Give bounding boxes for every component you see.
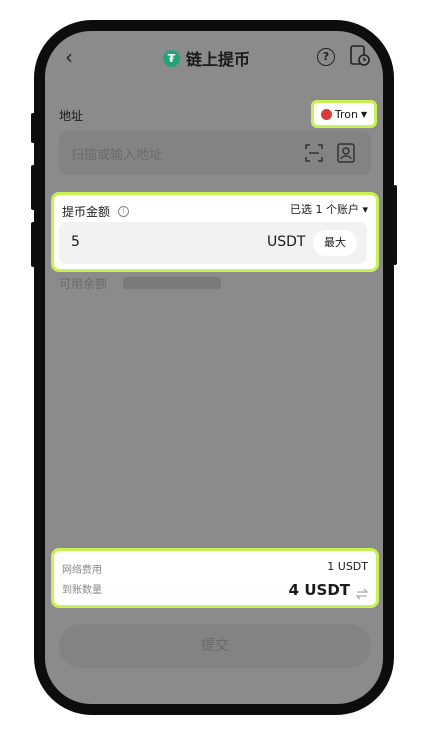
tron-icon (320, 108, 332, 120)
fee-summary-card: 网络费用 1 USDT 到账数量 4 USDT (51, 548, 379, 608)
page-title: 链上提币 (186, 50, 251, 69)
network-fee-label: 网络费用 (62, 565, 102, 576)
chain-selector[interactable]: Tron ▼ (311, 100, 377, 128)
help-icon[interactable]: ? (317, 48, 335, 66)
amount-label-row: 提币金额 i 已选 1 个账户 ▾ (62, 201, 368, 219)
tether-icon: ₮ (163, 49, 180, 67)
page-title-group: ₮ 链上提币 (163, 45, 250, 71)
back-icon[interactable]: ‹ (65, 45, 87, 69)
available-balance-label: 可用余额 (59, 277, 108, 291)
amount-unit: USDT (267, 234, 306, 250)
scan-icon[interactable] (305, 144, 323, 162)
received-amount-label: 到账数量 (62, 585, 102, 596)
app-screen: ‹ ₮ 链上提币 ? 地址 Tron ▼ 扫描或输入地址 提币金额 i 已选 1… (45, 31, 383, 704)
max-button[interactable]: 最大 (313, 230, 357, 256)
address-input[interactable]: 扫描或输入地址 (59, 131, 371, 175)
amount-input[interactable]: 5 USDT 最大 (59, 222, 367, 264)
account-selector[interactable]: 已选 1 个账户 ▾ (290, 201, 368, 217)
amount-label: 提币金额 (62, 205, 111, 219)
address-label: 地址 (59, 109, 84, 123)
submit-button[interactable]: 提交 (59, 624, 371, 668)
info-icon[interactable]: i (118, 206, 130, 217)
address-placeholder: 扫描或输入地址 (71, 148, 163, 163)
address-book-icon[interactable] (337, 143, 355, 163)
received-amount-value: 4 USDT (288, 581, 350, 599)
available-balance-redacted (123, 277, 221, 289)
network-fee-value: 1 USDT (327, 560, 368, 573)
history-icon[interactable] (350, 45, 370, 67)
chain-name: Tron (334, 107, 358, 121)
withdraw-amount-card: 提币金额 i 已选 1 个账户 ▾ 5 USDT 最大 (51, 192, 379, 272)
amount-value: 5 (71, 234, 80, 250)
caret-down-icon: ▼ (360, 109, 368, 119)
swap-icon[interactable] (355, 585, 369, 600)
